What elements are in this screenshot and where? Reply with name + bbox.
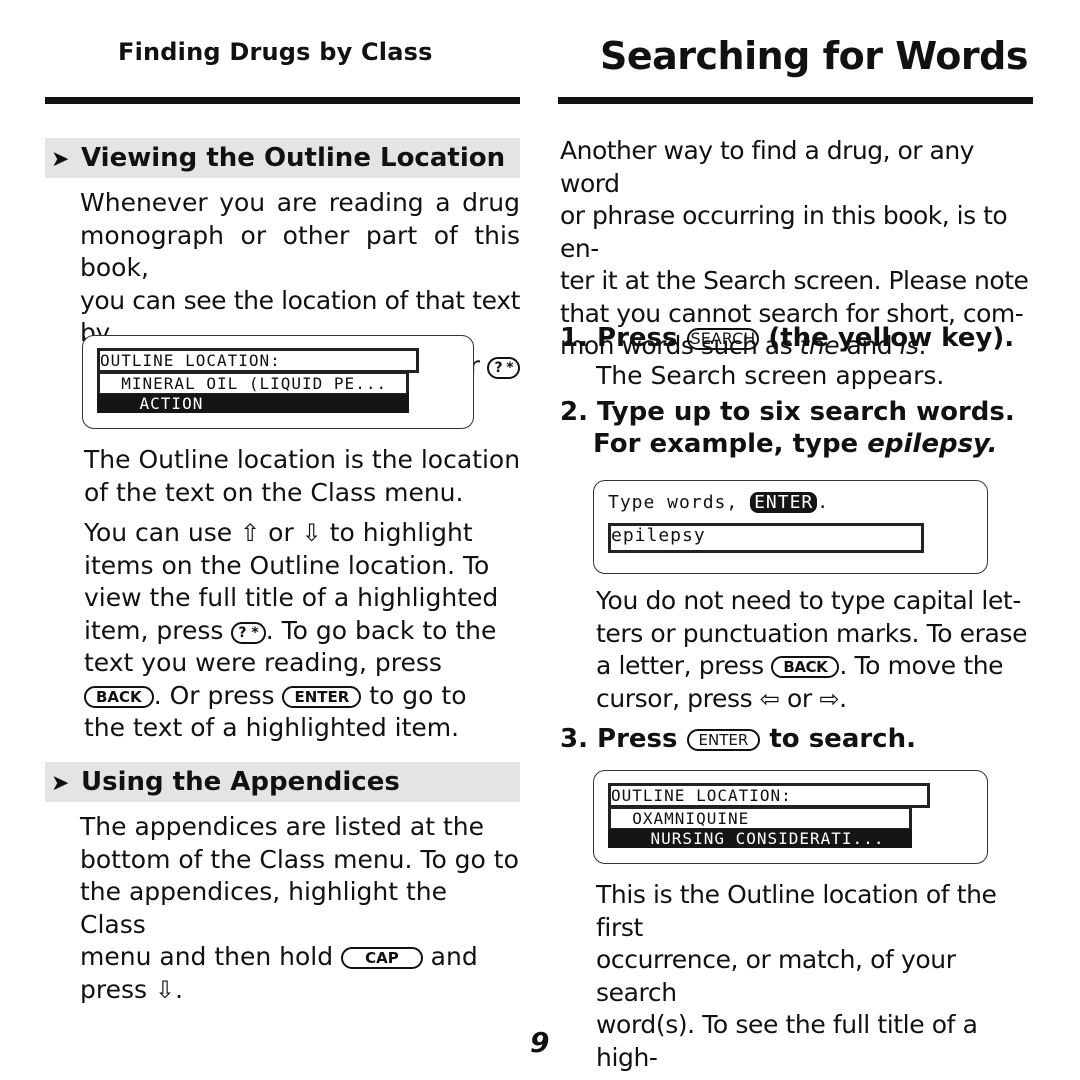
paragraph-appendices: The appendices are listed at the bottom …	[80, 811, 520, 1006]
lcd-prompt: Type words, ENTER.	[608, 492, 830, 513]
text-line: menu and then hold CAP and	[80, 941, 520, 974]
section-title: Using the Appendices	[81, 767, 400, 797]
text: .	[175, 974, 184, 1004]
text: to search.	[760, 724, 916, 754]
text-line: occurrence, or match, of your search	[596, 945, 956, 1007]
lcd-line: MINERAL OIL (LIQUID PE...	[97, 371, 409, 396]
text: cursor, press	[596, 683, 760, 713]
text: 3. Press	[560, 724, 687, 754]
text-line: Another way to find a drug, or any word	[560, 136, 974, 198]
right-header-rule	[558, 97, 1033, 104]
text: . To move the	[839, 651, 1004, 680]
text-line: bottom of the Class menu. To go to	[80, 844, 519, 874]
help-key: ? *	[231, 621, 266, 644]
text: For example, type	[593, 429, 868, 459]
lcd-outline-location-screen: OUTLINE LOCATION: MINERAL OIL (LIQUID PE…	[82, 335, 474, 429]
text-line: 2. Type up to six search words.	[560, 397, 1015, 427]
lcd-line-highlighted: ACTION	[97, 394, 409, 413]
lcd-search-screen: Type words, ENTER. epilepsy	[593, 480, 988, 574]
triangle-bullet-icon: ➤	[51, 147, 70, 172]
text: . Or press	[153, 680, 283, 710]
text: to highlight	[321, 518, 473, 547]
text-line: ter it at the Search screen. Please note	[560, 266, 1029, 295]
text: press	[80, 974, 155, 1004]
text: . To go back to the	[265, 615, 497, 645]
right-arrow-icon: ⇨	[819, 684, 840, 713]
cap-key: CAP	[341, 947, 423, 969]
text-line: a letter, press BACK. To move the	[596, 650, 1036, 683]
text: item, press	[84, 615, 232, 645]
section-title: Viewing the Outline Location	[81, 143, 506, 173]
triangle-bullet-icon: ➤	[51, 771, 70, 796]
text: or	[779, 683, 820, 713]
running-head: Finding Drugs by Class	[118, 38, 433, 66]
left-arrow-icon: ⇦	[759, 684, 780, 713]
section-heading-appendices: ➤ Using the Appendices	[45, 762, 520, 802]
lcd-enter-key: ENTER	[750, 492, 818, 513]
text-line: or phrase occurring in this book, is to …	[560, 201, 1008, 263]
text-line: monograph or other part of this book,	[80, 220, 520, 283]
text-line: This is the Outline location of the firs…	[596, 880, 997, 942]
help-key: ? *	[487, 356, 520, 379]
text-line: view the full title of a highlighted	[84, 583, 499, 612]
text: epilepsy.	[867, 429, 998, 459]
back-key: BACK	[771, 656, 840, 678]
back-key: BACK	[84, 685, 154, 708]
enter-key: ENTER	[686, 729, 761, 751]
step-2: 2. Type up to six search words. For exam…	[560, 396, 1015, 460]
text-line: text you were reading, press	[84, 648, 442, 677]
step-3: 3. Press ENTER to search.	[560, 723, 916, 755]
enter-key: ENTER	[282, 685, 362, 708]
text-line: BACK. Or press ENTER to go to	[84, 680, 524, 713]
text-line: item, press ? *. To go back to the	[84, 615, 524, 648]
text: Type words,	[608, 492, 739, 513]
page-title: Searching for Words	[600, 34, 1028, 78]
text-line: items on the Outline location. To	[84, 550, 490, 580]
paragraph-highlight-items: You can use ⇧ or ⇩ to highlight items on…	[84, 517, 524, 745]
lcd-line-highlighted: NURSING CONSIDERATI...	[608, 829, 912, 848]
step-1-description: The Search screen appears.	[596, 361, 945, 390]
text: 1. Press	[560, 323, 687, 353]
text: and	[422, 942, 478, 971]
text: or	[260, 518, 302, 547]
section-heading-outline-location: ➤ Viewing the Outline Location	[45, 138, 520, 178]
search-input: epilepsy	[608, 523, 924, 553]
page-number: 9	[530, 1026, 550, 1059]
step-1: 1. Press SEARCH (the yellow key).	[560, 322, 1014, 354]
text-line: Whenever you are reading a drug	[80, 188, 520, 217]
lcd-search-result-screen: OUTLINE LOCATION: OXAMNIQUINE NURSING CO…	[593, 770, 988, 864]
text: .	[817, 492, 830, 513]
text-line: You can use ⇧ or ⇩ to highlight	[84, 517, 524, 550]
text-line: For example, type epilepsy.	[560, 428, 1015, 460]
text: to go to	[361, 680, 467, 710]
text-line: You do not need to type capital let-	[596, 586, 1021, 615]
lcd-line: OUTLINE LOCATION:	[97, 348, 419, 373]
text: (the yellow key).	[759, 323, 1015, 353]
text-line: of the text on the Class menu.	[84, 477, 464, 507]
text: You can use	[84, 518, 241, 547]
text-line: the appendices, highlight the Class	[80, 877, 448, 939]
text-line: cursor, press ⇦ or ⇨.	[596, 683, 1036, 716]
text-line: ters or punctuation marks. To erase	[596, 618, 1028, 648]
text: menu and then hold	[80, 942, 342, 971]
text-line: the text of a highlighted item.	[84, 713, 460, 742]
paragraph-capital-letters: You do not need to type capital let- ter…	[596, 585, 1036, 715]
text: .	[839, 683, 847, 713]
left-header-rule	[45, 97, 520, 104]
down-arrow-icon: ⇩	[154, 975, 176, 1004]
lcd-line: OXAMNIQUINE	[608, 806, 912, 831]
up-arrow-icon: ⇧	[240, 519, 261, 547]
text-line: press ⇩.	[80, 974, 520, 1007]
down-arrow-icon: ⇩	[301, 519, 322, 547]
paragraph-outline-definition: The Outline location is the location of …	[84, 444, 524, 509]
search-key: SEARCH	[686, 328, 760, 350]
paragraph-outline-result: This is the Outline location of the firs…	[596, 879, 1036, 1074]
lcd-line: OUTLINE LOCATION:	[608, 783, 930, 808]
text-line: word(s). To see the full title of a high…	[596, 1010, 978, 1072]
text: a letter, press	[596, 651, 772, 680]
text-line: The Outline location is the location	[84, 445, 521, 474]
text-line: The appendices are listed at the	[80, 812, 485, 841]
